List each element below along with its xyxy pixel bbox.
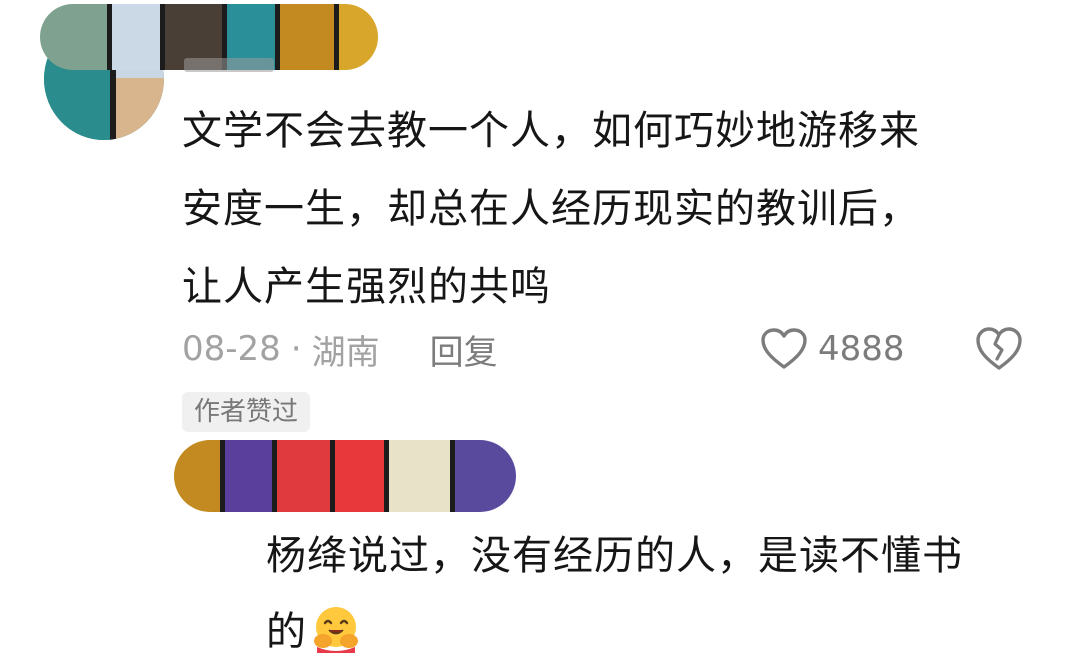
comment-meta: 08-28 · 湖南 回复 [182, 322, 1042, 376]
reply-text: 杨绛说过，没有经历的人，是读不懂书 的 [266, 518, 1056, 670]
comment-item: 文学不会去教一个人，如何巧妙地游移来 安度一生，却总在人经历现实的教训后， 让人… [0, 0, 1080, 440]
broken-heart-icon[interactable] [974, 324, 1024, 374]
meta-separator: · [290, 329, 302, 369]
comment-date: 08-28 [182, 329, 281, 369]
reply-button[interactable]: 回复 [430, 325, 498, 374]
heart-outline-icon[interactable] [760, 327, 808, 371]
author-liked-badge: 作者赞过 [182, 392, 311, 432]
reply-text-tail: 的 [266, 609, 307, 655]
hugging-face-emoji [314, 607, 358, 653]
comment-text-line: 文学不会去教一个人，如何巧妙地游移来 [182, 108, 920, 154]
redacted-reply-username[interactable] [174, 440, 516, 512]
comment-location: 湖南 [311, 332, 380, 373]
comment-text-line: 安度一生，却总在人经历现实的教训后， [182, 186, 920, 232]
reply-text-line: 的 [266, 594, 1056, 670]
comment-text: 文学不会去教一个人，如何巧妙地游移来 安度一生，却总在人经历现实的教训后， 让人… [182, 92, 1042, 326]
comment-text-line: 让人产生强烈的共鸣 [182, 264, 551, 310]
reply-text-line: 杨绛说过，没有经历的人，是读不懂书 [266, 533, 963, 579]
like-button[interactable]: 4888 [760, 322, 905, 376]
like-count: 4888 [818, 329, 905, 369]
username-fragment [184, 58, 274, 72]
